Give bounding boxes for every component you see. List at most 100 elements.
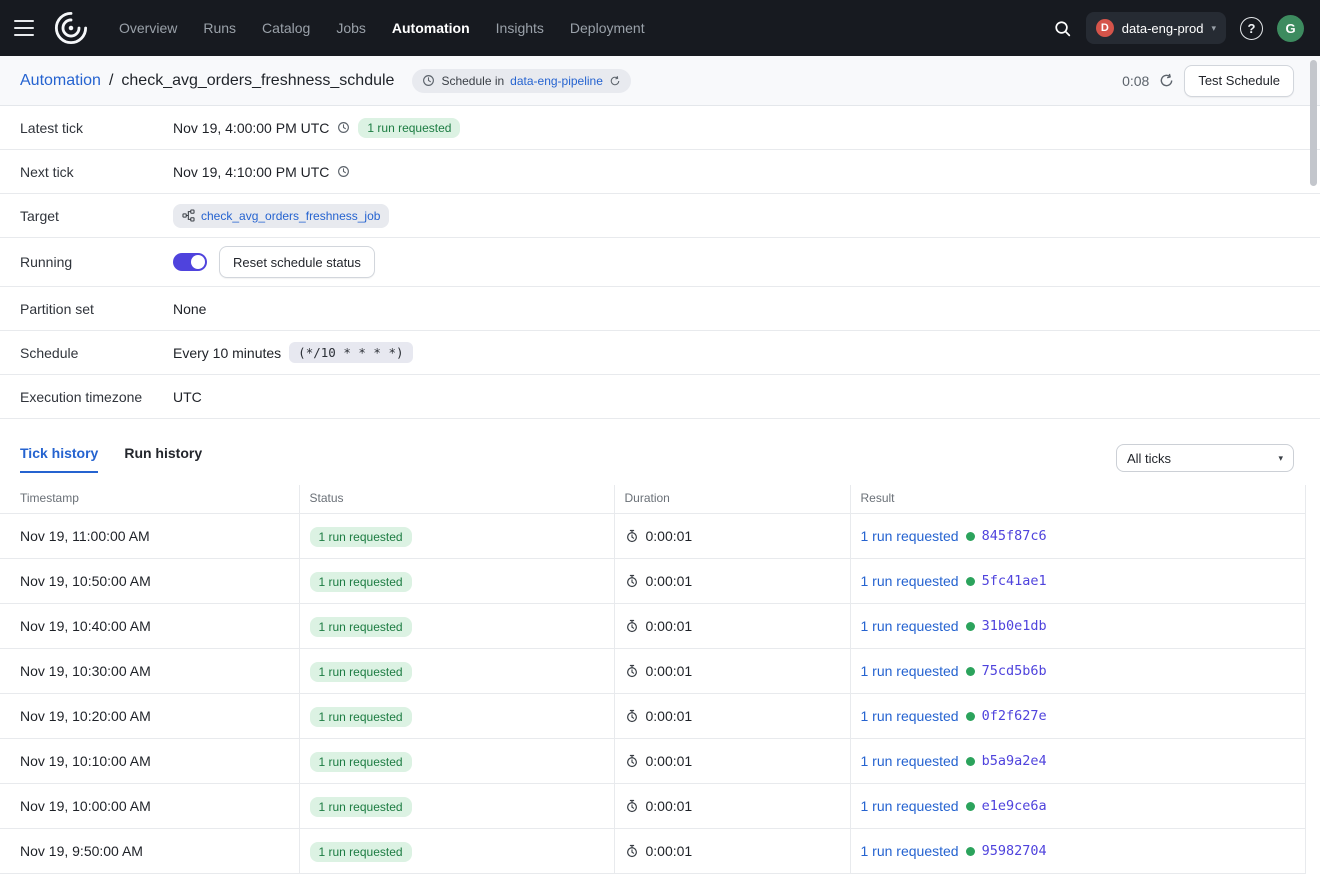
hamburger-menu-icon[interactable] xyxy=(14,13,44,43)
tick-timestamp: Nov 19, 10:40:00 AM xyxy=(20,618,151,634)
tick-status-badge: 1 run requested xyxy=(310,797,412,817)
tab-tick-history[interactable]: Tick history xyxy=(20,445,98,473)
tick-row: Nov 19, 9:50:00 AM 1 run requested 0:00:… xyxy=(0,829,1305,874)
run-success-dot xyxy=(966,532,975,541)
tick-result-link[interactable]: 1 run requested xyxy=(861,798,959,814)
tick-result-link[interactable]: 1 run requested xyxy=(861,573,959,589)
tick-duration-cell: 0:00:01 xyxy=(614,649,850,694)
run-success-dot xyxy=(966,622,975,631)
tick-filter-value: All ticks xyxy=(1127,451,1171,466)
partition-set-label: Partition set xyxy=(20,301,173,317)
timezone-label: Execution timezone xyxy=(20,389,173,405)
tick-result-link[interactable]: 1 run requested xyxy=(861,663,959,679)
deployment-switcher[interactable]: D data-eng-prod ▾ xyxy=(1086,12,1226,44)
tick-status-badge: 1 run requested xyxy=(310,752,412,772)
tick-run-id-link[interactable]: e1e9ce6a xyxy=(982,798,1047,814)
timezone-value: UTC xyxy=(173,389,202,405)
tick-timestamp-cell: Nov 19, 10:30:00 AM xyxy=(0,649,299,694)
nav-item-overview[interactable]: Overview xyxy=(106,0,190,56)
tick-run-id-link[interactable]: 75cd5b6b xyxy=(982,663,1047,679)
tick-filter-select[interactable]: All ticks ▾ xyxy=(1116,444,1294,472)
stopwatch-icon xyxy=(625,574,639,588)
tick-status-badge: 1 run requested xyxy=(310,572,412,592)
schedule-interval-value: Every 10 minutes xyxy=(173,345,281,361)
tick-result-cell: 1 run requested 845f87c6 xyxy=(850,514,1305,559)
tick-duration-value: 0:00:01 xyxy=(646,528,693,544)
tick-result-cell: 1 run requested 5fc41ae1 xyxy=(850,559,1305,604)
tick-row: Nov 19, 10:00:00 AM 1 run requested 0:00… xyxy=(0,784,1305,829)
refresh-icon[interactable] xyxy=(1159,73,1174,88)
tick-status-cell: 1 run requested xyxy=(299,694,614,739)
tick-row: Nov 19, 10:30:00 AM 1 run requested 0:00… xyxy=(0,649,1305,694)
tick-run-id-link[interactable]: 95982704 xyxy=(982,843,1047,859)
code-location-link[interactable]: data-eng-pipeline xyxy=(510,74,603,88)
detail-row-running: Running Reset schedule status xyxy=(0,238,1320,287)
running-toggle[interactable] xyxy=(173,253,207,271)
nav-item-insights[interactable]: Insights xyxy=(483,0,557,56)
tick-run-id-link[interactable]: 5fc41ae1 xyxy=(982,573,1047,589)
run-success-dot xyxy=(966,802,975,811)
tick-status-cell: 1 run requested xyxy=(299,514,614,559)
tick-duration-cell: 0:00:01 xyxy=(614,514,850,559)
tick-result-link[interactable]: 1 run requested xyxy=(861,753,959,769)
user-avatar[interactable]: G xyxy=(1277,15,1304,42)
help-glyph: ? xyxy=(1248,21,1256,36)
tick-timestamp-cell: Nov 19, 11:00:00 AM xyxy=(0,514,299,559)
schedule-details: Latest tick Nov 19, 4:00:00 PM UTC 1 run… xyxy=(0,106,1320,419)
next-tick-time: Nov 19, 4:10:00 PM UTC xyxy=(173,164,329,180)
tick-run-id-link[interactable]: b5a9a2e4 xyxy=(982,753,1047,769)
latest-tick-status-badge: 1 run requested xyxy=(358,118,460,138)
detail-row-target: Target check_avg_orders_freshness_job xyxy=(0,194,1320,238)
dagster-logo[interactable] xyxy=(52,9,90,47)
tick-duration-value: 0:00:01 xyxy=(646,843,693,859)
tick-result-link[interactable]: 1 run requested xyxy=(861,708,959,724)
tab-run-history[interactable]: Run history xyxy=(124,445,202,473)
tick-status-cell: 1 run requested xyxy=(299,829,614,874)
help-icon[interactable]: ? xyxy=(1240,17,1263,40)
search-icon[interactable] xyxy=(1053,19,1072,38)
tick-status-badge: 1 run requested xyxy=(310,707,412,727)
breadcrumb-automation-link[interactable]: Automation xyxy=(20,72,101,90)
tick-history-table: Timestamp Status Duration Result Nov 19,… xyxy=(0,485,1305,874)
detail-row-next-tick: Next tick Nov 19, 4:10:00 PM UTC xyxy=(0,150,1320,194)
tick-timestamp: Nov 19, 10:50:00 AM xyxy=(20,573,151,589)
nav-right: D data-eng-prod ▾ ? G xyxy=(1053,12,1304,44)
stopwatch-icon xyxy=(625,619,639,633)
nav-item-jobs[interactable]: Jobs xyxy=(323,0,379,56)
vertical-scrollbar-thumb[interactable] xyxy=(1310,60,1317,186)
next-tick-label: Next tick xyxy=(20,164,173,180)
breadcrumb-separator: / xyxy=(109,72,113,90)
schedule-location-badge: Schedule in data-eng-pipeline xyxy=(412,69,630,93)
tick-status-badge: 1 run requested xyxy=(310,617,412,637)
clock-icon xyxy=(422,74,435,87)
tick-run-id-link[interactable]: 31b0e1db xyxy=(982,618,1047,634)
tick-status-badge: 1 run requested xyxy=(310,662,412,682)
nav-item-catalog[interactable]: Catalog xyxy=(249,0,323,56)
detail-row-timezone: Execution timezone UTC xyxy=(0,375,1320,419)
target-job-chip[interactable]: check_avg_orders_freshness_job xyxy=(173,204,389,228)
latest-tick-label: Latest tick xyxy=(20,120,173,136)
tick-row: Nov 19, 10:40:00 AM 1 run requested 0:00… xyxy=(0,604,1305,649)
nav-item-deployment[interactable]: Deployment xyxy=(557,0,658,56)
nav-item-automation[interactable]: Automation xyxy=(379,0,483,56)
clock-icon xyxy=(337,165,350,178)
tick-row: Nov 19, 10:10:00 AM 1 run requested 0:00… xyxy=(0,739,1305,784)
tick-duration-cell: 0:00:01 xyxy=(614,604,850,649)
tick-result-link[interactable]: 1 run requested xyxy=(861,618,959,634)
running-label: Running xyxy=(20,254,173,270)
tick-run-id-link[interactable]: 845f87c6 xyxy=(982,528,1047,544)
tick-result-cell: 1 run requested 95982704 xyxy=(850,829,1305,874)
run-success-dot xyxy=(966,712,975,721)
tick-status-cell: 1 run requested xyxy=(299,604,614,649)
tick-result-link[interactable]: 1 run requested xyxy=(861,528,959,544)
tick-run-id-link[interactable]: 0f2f627e xyxy=(982,708,1047,724)
job-graph-icon xyxy=(182,209,195,222)
test-schedule-button[interactable]: Test Schedule xyxy=(1184,65,1294,97)
header-actions: 0:08 Test Schedule xyxy=(1122,65,1294,97)
reset-schedule-status-button[interactable]: Reset schedule status xyxy=(219,246,375,278)
tick-result-link[interactable]: 1 run requested xyxy=(861,843,959,859)
detail-row-schedule: Schedule Every 10 minutes (*/10 * * * *) xyxy=(0,331,1320,375)
tick-duration-value: 0:00:01 xyxy=(646,618,693,634)
nav-item-runs[interactable]: Runs xyxy=(190,0,249,56)
run-success-dot xyxy=(966,847,975,856)
